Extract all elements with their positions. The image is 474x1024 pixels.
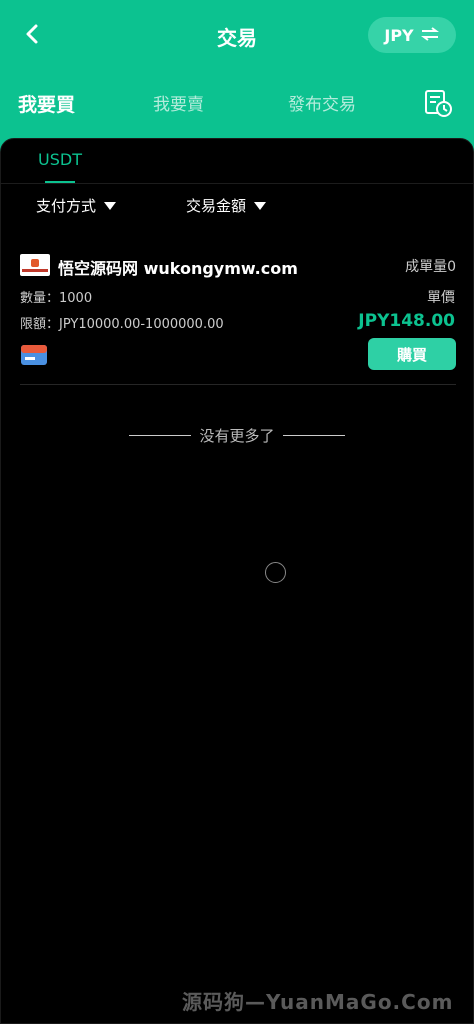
- currency-switch-button[interactable]: JPY: [368, 17, 456, 53]
- quantity-text: 數量：1000: [20, 291, 93, 306]
- history-icon[interactable]: [423, 88, 453, 118]
- chevron-down-icon: [254, 201, 267, 210]
- loading-spinner-icon: [265, 562, 286, 583]
- tab-publish[interactable]: 發布交易: [288, 90, 356, 115]
- watermark-text: 源码狗—YuanMaGo.Com: [182, 990, 454, 1014]
- amount-label: 交易金額: [186, 197, 247, 215]
- tab-usdt[interactable]: USDT: [38, 150, 82, 169]
- tab-buy[interactable]: 我要買: [18, 90, 75, 117]
- payment-card-icon: [19, 342, 49, 368]
- divider-line: [129, 435, 192, 436]
- amount-filter[interactable]: 交易金額: [186, 195, 267, 216]
- divider-line: [282, 435, 345, 436]
- payment-method-label: 支付方式: [36, 197, 97, 215]
- no-more-indicator: 没有更多了: [0, 425, 474, 446]
- price-value: JPY148.00: [358, 311, 455, 331]
- unit-price-label: 單價: [427, 290, 455, 306]
- tab-sell[interactable]: 我要賣: [153, 90, 204, 115]
- payment-method-filter[interactable]: 支付方式: [36, 195, 117, 216]
- swap-icon: [420, 26, 440, 45]
- merchant-logo: [20, 254, 50, 276]
- limit-text: 限額：JPY10000.00-1000000.00: [20, 317, 224, 332]
- completed-orders: 成單量0: [405, 259, 456, 275]
- merchant-name: 悟空源码网 wukongymw.com: [58, 259, 298, 278]
- currency-label: JPY: [384, 25, 414, 45]
- divider: [0, 183, 474, 184]
- divider: [20, 384, 456, 385]
- buy-button[interactable]: 購買: [368, 338, 456, 370]
- header-bar: 交易 JPY 我要買 我要賣 發布交易: [0, 0, 474, 160]
- no-more-text: 没有更多了: [199, 427, 275, 445]
- chevron-down-icon: [104, 201, 117, 210]
